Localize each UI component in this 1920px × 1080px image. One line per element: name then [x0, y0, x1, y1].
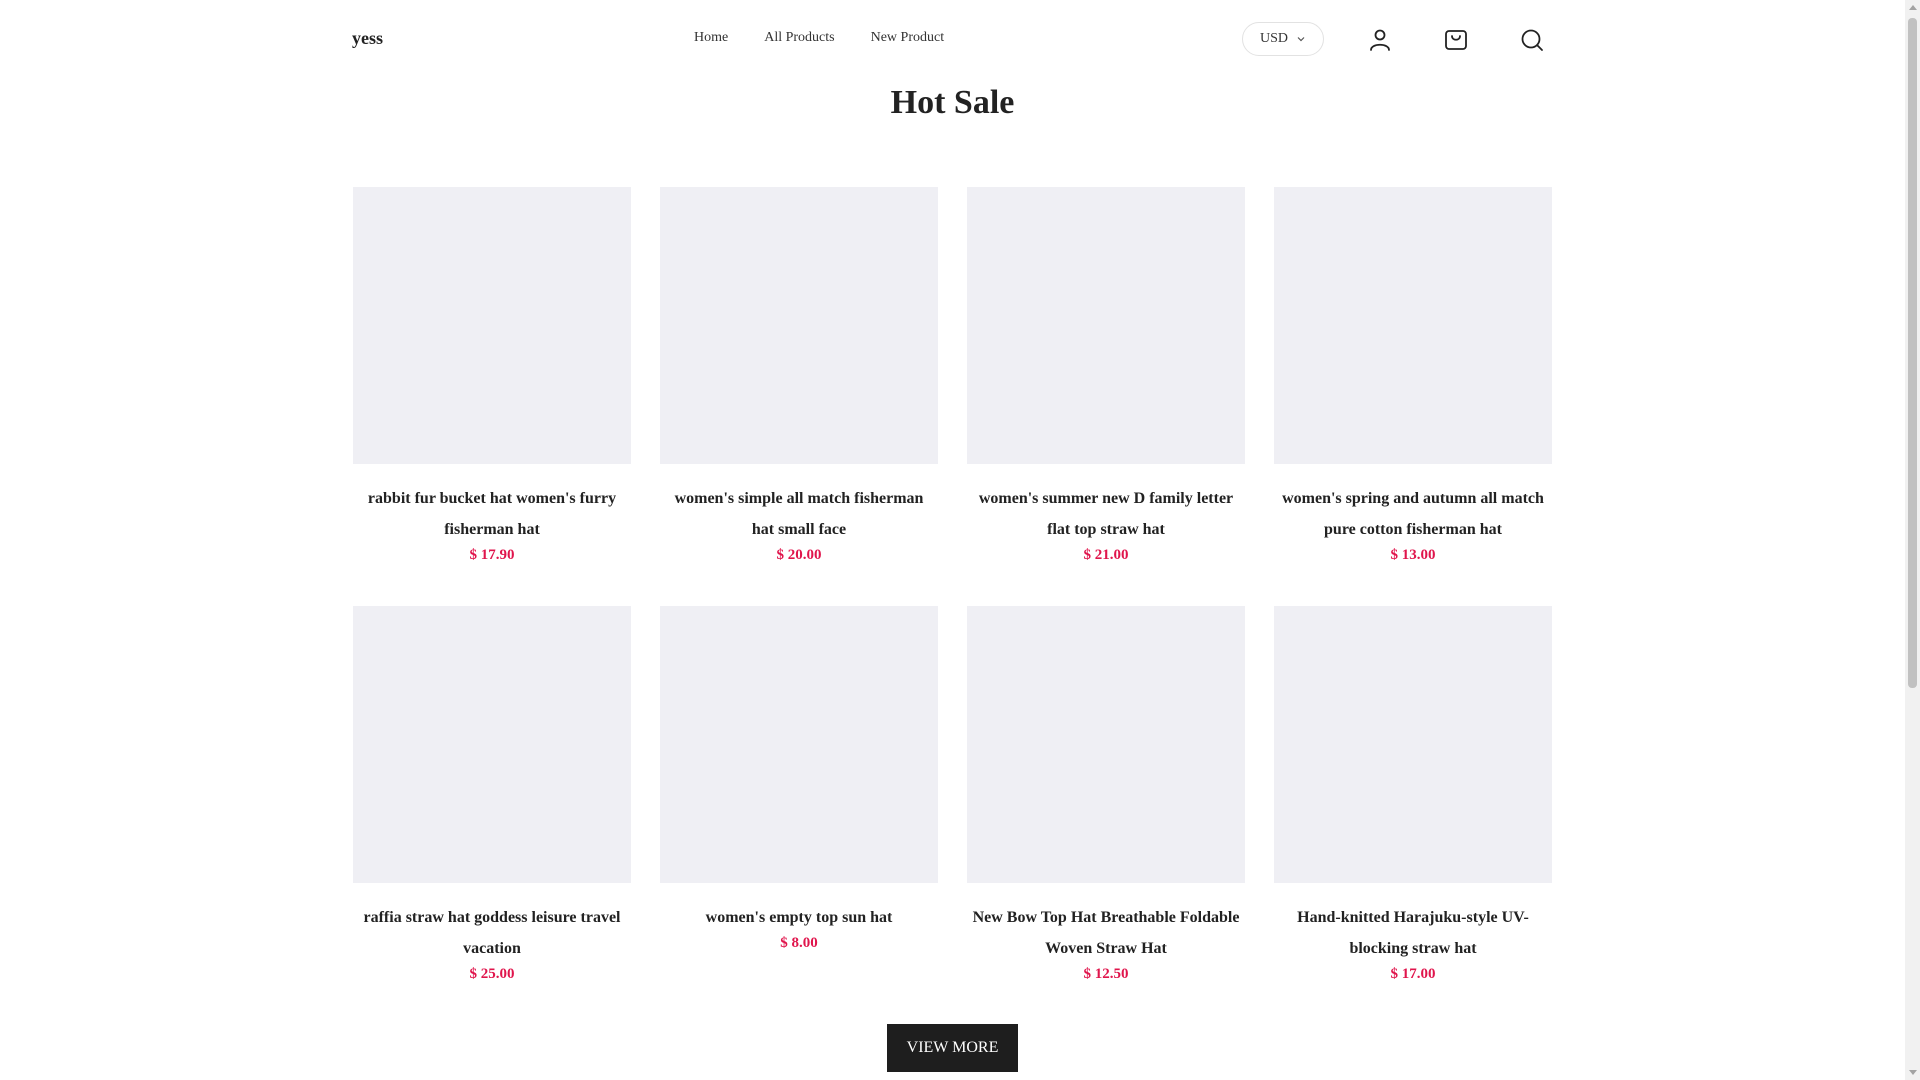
- product-name[interactable]: raffia straw hat goddess leisure travel …: [353, 902, 631, 964]
- product-grid: rabbit fur bucket hat women's furry fish…: [353, 187, 1553, 1025]
- nav-all-products[interactable]: All Products: [764, 30, 834, 46]
- product-card[interactable]: New Bow Top Hat Breathable Foldable Wove…: [967, 606, 1245, 1025]
- scroll-down-arrow-icon[interactable]: [1909, 1070, 1917, 1075]
- product-price: $ 21.00: [1083, 547, 1129, 563]
- product-image[interactable]: [660, 606, 938, 883]
- product-card[interactable]: raffia straw hat goddess leisure travel …: [353, 606, 631, 1025]
- product-card[interactable]: rabbit fur bucket hat women's furry fish…: [353, 187, 631, 606]
- store-logo[interactable]: yess: [352, 28, 383, 49]
- product-price: $ 13.00: [1390, 547, 1436, 563]
- main-nav: Home All Products New Product: [694, 30, 944, 46]
- user-icon[interactable]: [1366, 26, 1394, 54]
- product-card[interactable]: women's spring and autumn all match pure…: [1274, 187, 1552, 606]
- product-name[interactable]: women's summer new D family letter flat …: [967, 483, 1245, 545]
- scroll-up-arrow-icon[interactable]: [1909, 5, 1917, 10]
- product-card[interactable]: Hand-knitted Harajuku-style UV-blocking …: [1274, 606, 1552, 1025]
- product-name[interactable]: women's empty top sun hat: [660, 902, 938, 933]
- view-more-button[interactable]: VIEW MORE: [887, 1024, 1018, 1072]
- nav-home[interactable]: Home: [694, 30, 728, 46]
- product-image[interactable]: [967, 606, 1245, 883]
- chevron-down-icon: [1297, 37, 1305, 42]
- product-image[interactable]: [353, 187, 631, 464]
- page: yess Home All Products New Product USD H…: [0, 0, 1905, 1080]
- site-header: yess Home All Products New Product USD: [0, 0, 1905, 80]
- product-image[interactable]: [353, 606, 631, 883]
- product-price: $ 17.90: [469, 547, 515, 563]
- search-icon[interactable]: [1518, 26, 1546, 54]
- currency-selector[interactable]: USD: [1242, 22, 1324, 56]
- product-name[interactable]: Hand-knitted Harajuku-style UV-blocking …: [1274, 902, 1552, 964]
- currency-value: USD: [1259, 31, 1288, 46]
- product-image[interactable]: [1274, 606, 1552, 883]
- product-name[interactable]: rabbit fur bucket hat women's furry fish…: [353, 483, 631, 545]
- product-price: $ 12.50: [1083, 966, 1129, 982]
- product-card[interactable]: women's empty top sun hat $ 8.00: [660, 606, 938, 1025]
- product-image[interactable]: [1274, 187, 1552, 464]
- product-card[interactable]: women's simple all match fisherman hat s…: [660, 187, 938, 606]
- product-name[interactable]: women's spring and autumn all match pure…: [1274, 483, 1552, 545]
- product-name[interactable]: women's simple all match fisherman hat s…: [660, 483, 938, 545]
- product-image[interactable]: [660, 187, 938, 464]
- product-name[interactable]: New Bow Top Hat Breathable Foldable Wove…: [967, 902, 1245, 964]
- scrollbar-thumb[interactable]: [1908, 18, 1917, 688]
- cart-icon[interactable]: [1442, 26, 1470, 54]
- product-price: $ 8.00: [780, 935, 818, 951]
- product-price: $ 20.00: [776, 547, 822, 563]
- vertical-scrollbar[interactable]: [1905, 0, 1920, 1080]
- product-card[interactable]: women's summer new D family letter flat …: [967, 187, 1245, 606]
- product-price: $ 25.00: [469, 966, 515, 982]
- product-price: $ 17.00: [1390, 966, 1436, 982]
- nav-new-product[interactable]: New Product: [871, 30, 945, 46]
- product-image[interactable]: [967, 187, 1245, 464]
- section-title: Hot Sale: [890, 84, 1015, 121]
